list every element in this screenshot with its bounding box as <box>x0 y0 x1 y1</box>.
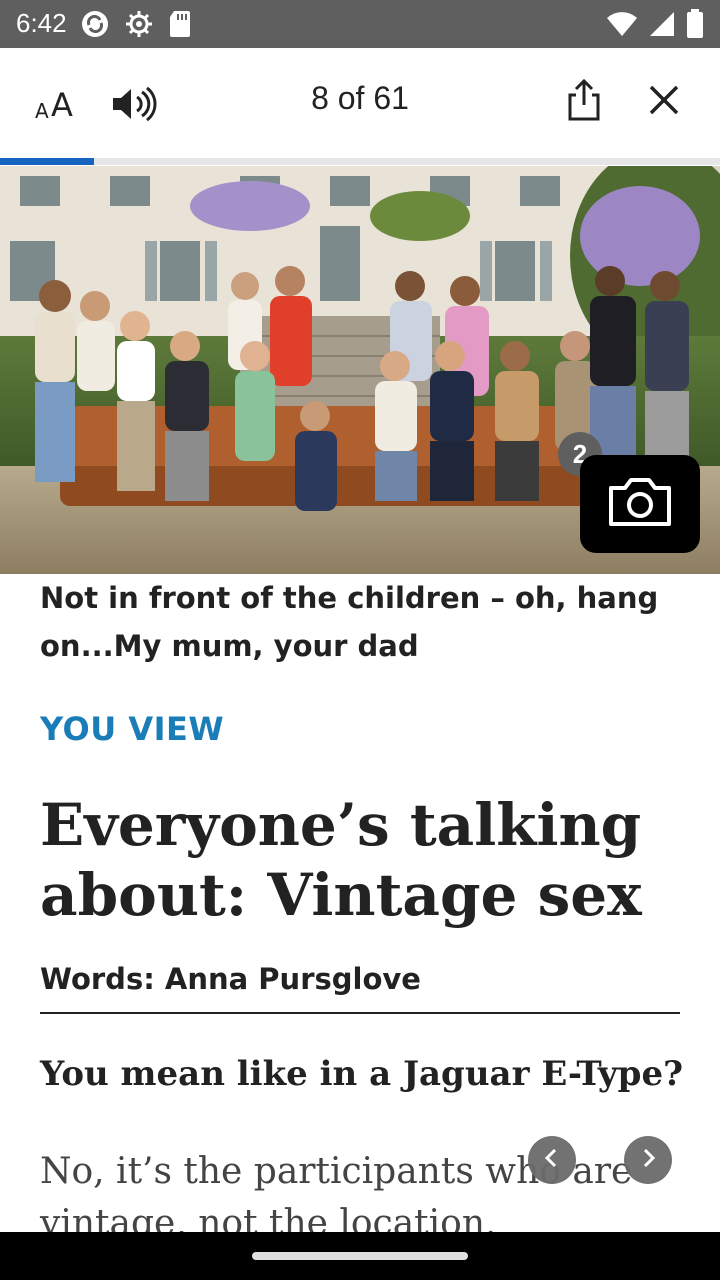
close-button[interactable] <box>636 74 692 130</box>
wifi-icon <box>606 10 638 42</box>
chevron-left-icon <box>540 1146 564 1174</box>
chevron-right-icon <box>636 1146 660 1174</box>
article-subhead: You mean like in a Jaguar E-Type? <box>40 1054 684 1094</box>
previous-page-button[interactable] <box>528 1136 576 1184</box>
text-size-button[interactable]: AA <box>24 78 88 134</box>
section-label: YOU VIEW <box>40 710 225 748</box>
status-icons-right <box>606 9 704 43</box>
status-time: 6:42 <box>16 8 67 38</box>
text-size-icon: AA <box>31 84 81 128</box>
share-button[interactable] <box>556 74 612 130</box>
listen-button[interactable] <box>104 78 164 134</box>
home-gesture-handle[interactable] <box>252 1252 468 1260</box>
speaker-icon <box>109 84 159 128</box>
image-caption: Not in front of the children – oh, hang … <box>40 581 659 663</box>
battery-icon <box>686 9 704 43</box>
sync-icon <box>80 9 110 43</box>
camera-icon <box>605 474 675 534</box>
sd-card-icon <box>168 9 192 43</box>
status-icons-left <box>80 9 192 43</box>
reading-progress-bar <box>0 158 720 165</box>
gallery-button[interactable] <box>580 455 700 553</box>
next-page-button[interactable] <box>624 1136 672 1184</box>
page-counter: 8 of 61 <box>311 80 409 116</box>
article-headline: Everyone’s talking about: Vintage sex <box>40 791 642 929</box>
byline: Words: Anna Pursglove <box>40 962 421 996</box>
status-bar: 6:42 <box>0 0 720 48</box>
byline-divider <box>40 1012 680 1014</box>
svg-text:A: A <box>35 99 49 123</box>
cellular-signal-icon <box>648 10 676 42</box>
close-icon <box>647 83 681 121</box>
svg-text:A: A <box>51 86 73 124</box>
reading-progress-fill <box>0 158 95 165</box>
share-icon <box>564 77 604 127</box>
gear-icon <box>124 9 154 43</box>
